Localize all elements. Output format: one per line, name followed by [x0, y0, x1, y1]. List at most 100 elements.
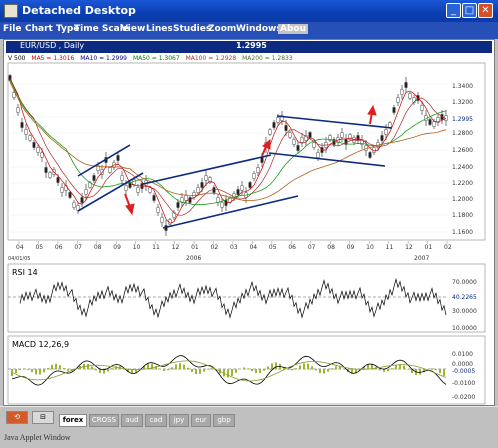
tab-gbp[interactable]: gbp — [213, 414, 235, 427]
candle-body — [60, 187, 64, 193]
candle-body — [160, 217, 164, 223]
x-tick: 07 — [308, 244, 316, 251]
macd-histogram-bar — [435, 369, 437, 371]
candle-body — [364, 145, 368, 151]
candle-body — [156, 207, 160, 213]
tab-cross[interactable]: CROSS — [89, 414, 119, 427]
macd-histogram-bar — [227, 369, 229, 378]
macd-histogram-bar — [335, 366, 337, 370]
x-tick: 03 — [230, 244, 238, 251]
macd-histogram-bar — [271, 363, 273, 370]
macd-histogram-bar — [211, 368, 213, 370]
y-tick: 1.1600 — [452, 229, 473, 236]
macd-histogram-bar — [303, 363, 305, 370]
candle-body — [124, 185, 128, 191]
macd-histogram-bar — [295, 368, 297, 370]
macd-histogram-bar — [299, 365, 301, 370]
year-label: 2006 — [186, 255, 201, 262]
macd-histogram-bar — [443, 369, 445, 376]
x-tick: 09 — [113, 244, 121, 251]
status-text: Java Applet Window — [4, 433, 71, 442]
macd-histogram-bar — [395, 365, 397, 370]
macd-histogram-bar — [387, 369, 389, 372]
year-label: 2007 — [414, 255, 429, 262]
x-tick: 11 — [386, 244, 394, 251]
candle-body — [236, 189, 240, 195]
macd-histogram-bar — [55, 363, 57, 370]
candle-body — [48, 172, 52, 178]
tab-eur[interactable]: eur — [191, 414, 211, 427]
tab-cad[interactable]: cad — [145, 414, 167, 427]
macd-histogram-bar — [111, 368, 113, 370]
layout-button[interactable]: ⊟ — [32, 411, 54, 424]
x-tick: 04 — [16, 244, 24, 251]
macd-tick: 0.0100 — [452, 351, 473, 358]
y-tick: 1.3200 — [452, 99, 473, 106]
candle-body — [116, 155, 120, 161]
macd-histogram-bar — [275, 362, 277, 370]
x-start-date: 04/01/05 — [8, 256, 30, 262]
macd-histogram-bar — [15, 369, 17, 374]
rsi-panel — [7, 263, 486, 333]
macd-histogram-bar — [31, 369, 33, 373]
candle-body — [152, 195, 156, 201]
macd-histogram-bar — [419, 369, 421, 375]
chart-canvas: 1.3400 1.3200 1.2995 1.2800 1.2600 1.240… — [7, 62, 486, 405]
macd-histogram-bar — [107, 369, 109, 372]
x-tick: 05 — [35, 244, 43, 251]
x-tick: 09 — [347, 244, 355, 251]
macd-histogram-bar — [327, 369, 329, 372]
macd-histogram-bar — [91, 366, 93, 370]
candle-body — [392, 107, 396, 113]
candle-body — [248, 182, 252, 188]
candle-body — [340, 132, 344, 138]
macd-histogram-bar — [287, 369, 289, 370]
status-bar: Java Applet Window — [0, 432, 498, 448]
y-tick-current: 1.2995 — [452, 116, 473, 123]
candle-body — [216, 197, 220, 203]
candle-body — [268, 129, 272, 135]
rsi-title: RSI 14 — [12, 268, 38, 277]
tab-jpy[interactable]: jpy — [169, 414, 189, 427]
macd-histogram-bar — [391, 368, 393, 370]
macd-histogram-bar — [243, 367, 245, 370]
macd-histogram-bar — [35, 369, 37, 375]
ma50-line — [9, 79, 447, 206]
macd-histogram-bar — [171, 367, 173, 370]
rsi-tick-current: 40.2265 — [452, 294, 477, 301]
macd-histogram-bar — [239, 368, 241, 370]
macd-histogram-bar — [23, 368, 25, 370]
macd-histogram-bar — [399, 364, 401, 370]
macd-histogram-bar — [175, 364, 177, 370]
candle-body — [276, 117, 280, 123]
candle-body — [44, 167, 48, 173]
candle-body — [20, 122, 24, 128]
macd-tick: -0.0200 — [452, 394, 475, 401]
back-button[interactable]: ⟲ — [6, 411, 28, 424]
x-axis: 04 05 06 07 08 09 10 11 12 01 02 03 04 05 06 07 08 09 10 11… — [16, 241, 452, 251]
ma10-line — [9, 78, 447, 216]
x-tick: 06 — [55, 244, 63, 251]
macd-histogram-bar — [307, 363, 309, 370]
candle-body — [380, 135, 384, 141]
macd-histogram-bar — [343, 368, 345, 370]
x-tick: 02 — [211, 244, 219, 251]
tab-aud[interactable]: aud — [121, 414, 143, 427]
rsi-tick: 10.0000 — [452, 325, 477, 332]
candle-body — [56, 177, 60, 183]
candle-body — [84, 189, 88, 195]
macd-histogram-bar — [151, 363, 153, 370]
candle-body — [196, 187, 200, 193]
macd-histogram-bar — [187, 367, 189, 370]
macd-histogram-bar — [195, 369, 197, 375]
macd-histogram-bar — [235, 369, 237, 373]
candle-body — [296, 145, 300, 151]
tab-forex[interactable]: forex — [59, 414, 87, 427]
macd-histogram-bar — [159, 368, 161, 370]
x-tick: 02 — [444, 244, 452, 251]
rsi-tick: 70.0000 — [452, 279, 477, 286]
candle-body — [220, 202, 224, 208]
candle-body — [272, 122, 276, 128]
macd-histogram-bar — [439, 369, 441, 374]
macd-histogram-bar — [263, 369, 265, 371]
